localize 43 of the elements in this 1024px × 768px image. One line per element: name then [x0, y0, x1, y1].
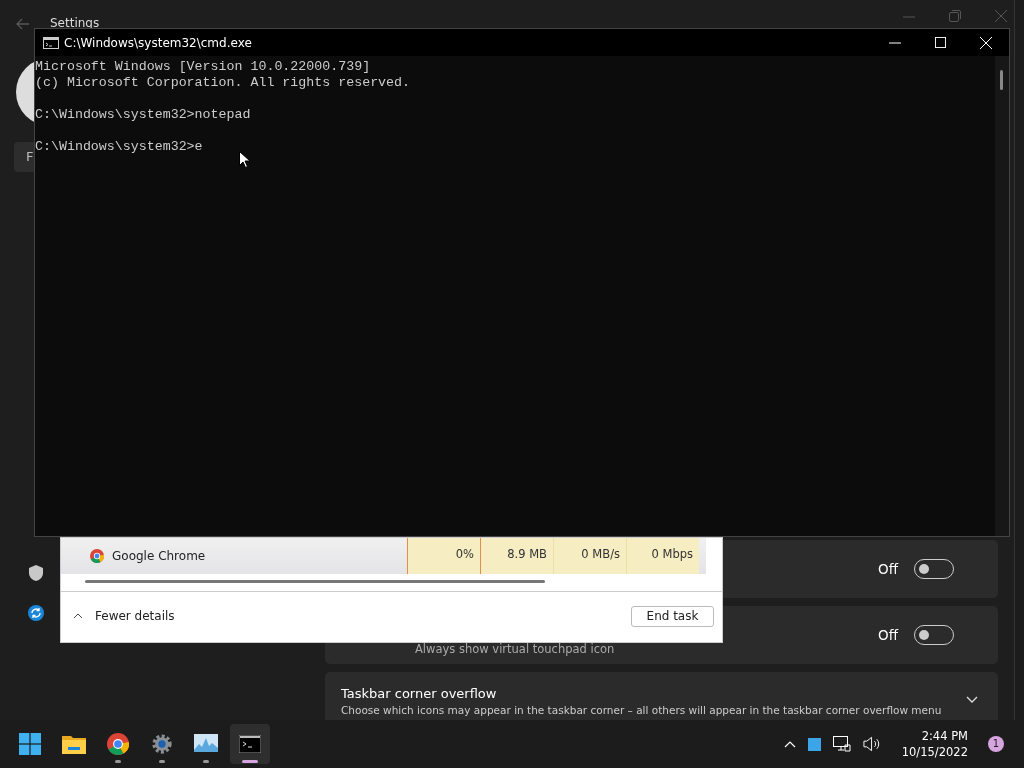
console-line: C:\Windows\system32>e — [35, 139, 204, 155]
volume-icon[interactable] — [862, 736, 882, 752]
window-title: C:\Windows\system32\cmd.exe — [64, 35, 253, 50]
setting-description: Always show virtual touchpad icon — [415, 642, 615, 656]
taskbar-app[interactable] — [230, 724, 270, 764]
fewer-details-link[interactable]: Fewer details — [95, 609, 631, 623]
console-icon — [239, 735, 261, 753]
search-field[interactable]: F — [14, 142, 34, 172]
setting-title: Taskbar corner overflow — [341, 686, 498, 701]
end-task-button[interactable]: End task — [631, 605, 714, 627]
app-tray-icon[interactable] — [807, 737, 821, 751]
clock-date[interactable]: 10/15/2022 — [901, 744, 968, 760]
performance-monitor-icon — [194, 734, 218, 754]
scrollbar[interactable] — [85, 580, 545, 583]
windows-logo-icon — [19, 733, 41, 755]
console-line: C:\Windows\system32>notepad — [35, 107, 252, 123]
gear-icon — [151, 733, 173, 755]
chrome-icon — [107, 733, 129, 755]
process-name: Google Chrome — [112, 549, 207, 563]
notification-badge[interactable]: 1 — [988, 736, 1004, 752]
setting-card[interactable]: Taskbar corner overflow Choose which icons may appear in the taskbar corner – all others will appear in the taskbar corner overflow menu — [325, 672, 998, 720]
table-cell: 0 MB/s — [553, 538, 626, 574]
window-title: Settings — [50, 16, 100, 30]
console-line: (c) Microsoft Corporation. All rights reserved. — [35, 75, 412, 91]
shield-icon[interactable] — [29, 565, 43, 581]
folder-icon — [62, 734, 86, 754]
network-icon[interactable] — [832, 736, 851, 752]
toggle-state-label: Off — [878, 627, 898, 643]
maximize-icon[interactable] — [935, 37, 946, 48]
clock-time[interactable]: 2:44 PM — [921, 728, 968, 744]
chrome-icon — [90, 549, 104, 563]
mouse-pointer-icon — [239, 151, 250, 168]
sync-icon[interactable] — [28, 605, 44, 621]
console-icon — [43, 36, 59, 49]
setting-description: Choose which icons may appear in the taskbar corner – all others will appear in the taskbar corner overflow menu — [341, 704, 942, 716]
table-cell: 0% — [407, 538, 480, 574]
table-cell: 0 Mbps — [626, 538, 699, 574]
scrollbar-thumb[interactable] — [1000, 70, 1003, 90]
chevron-up-icon[interactable] — [73, 613, 83, 619]
table-cell: 8.9 MB — [480, 538, 553, 574]
toggle-state-label: Off — [878, 561, 898, 577]
console-line: Microsoft Windows [Version 10.0.22000.739] — [35, 59, 372, 75]
chevron-icon[interactable] — [966, 696, 978, 703]
